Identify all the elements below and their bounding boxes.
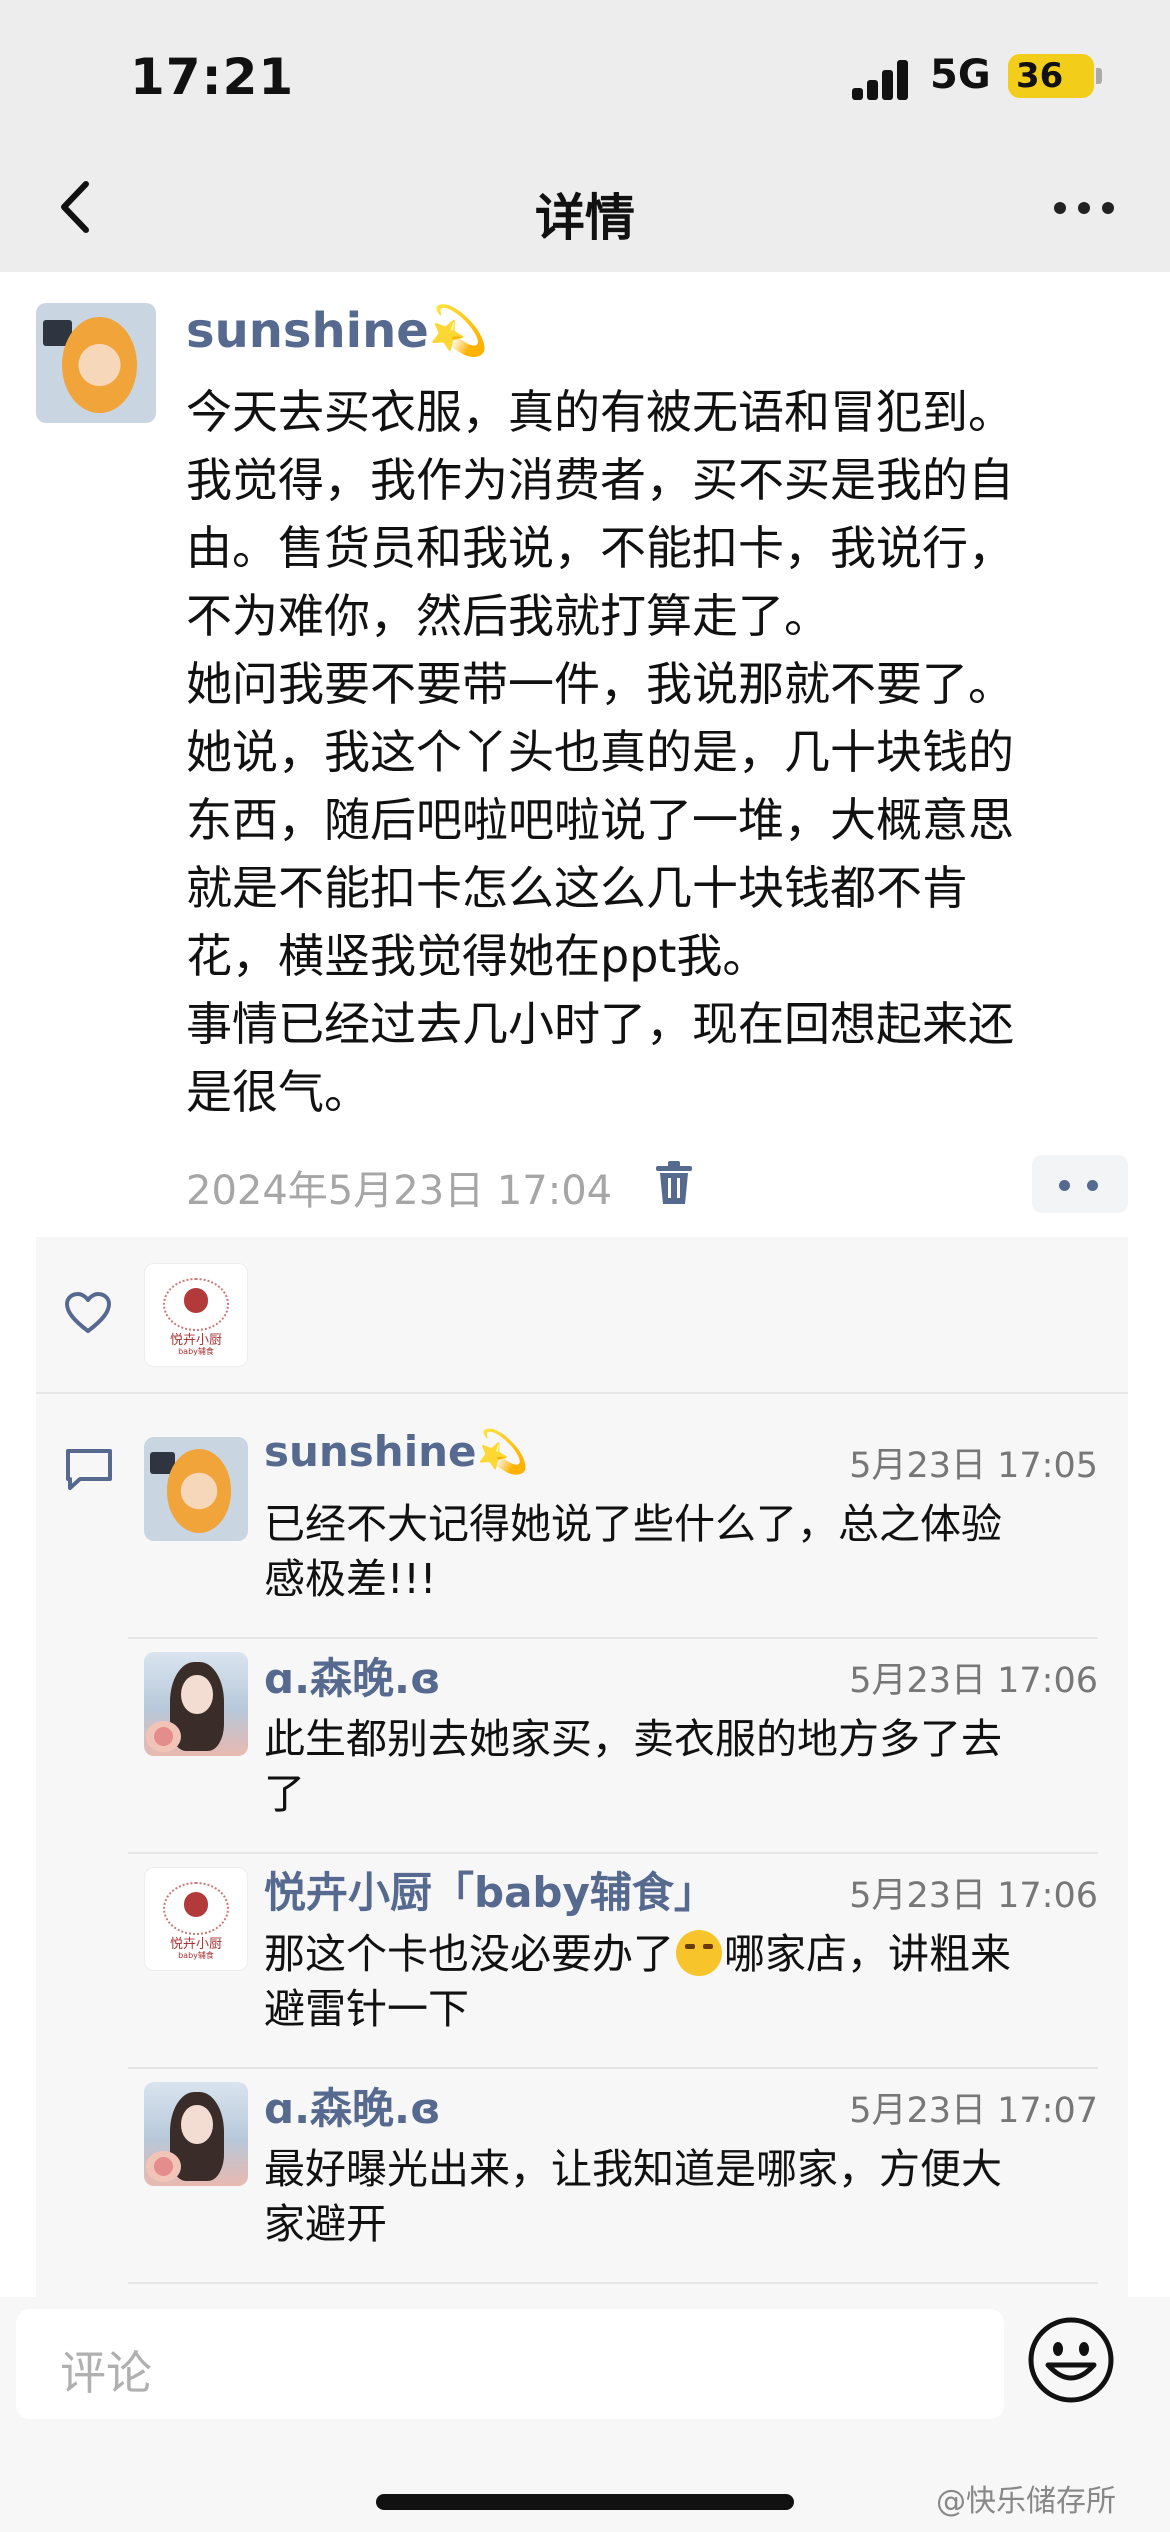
comment-avatar[interactable] [144,1437,248,1541]
comment-time: 5月23日 17:06 [849,1876,1098,1916]
liker-avatar[interactable]: 悦卉小厨 baby辅食 [144,1263,248,1367]
post-author-name[interactable]: sunshine💫 [186,302,489,359]
watermark: @快乐储存所 [936,2484,1116,2519]
post-author-avatar[interactable] [36,303,156,423]
comment-author[interactable]: 悦卉小厨「baby辅食」 [264,1859,716,1920]
page-title: 详情 [535,189,635,247]
logo-subtext: baby辅食 [178,1346,214,1356]
comment-divider [128,2282,1098,2284]
interaction-panel: 悦卉小厨 baby辅食 sunshine💫 5月23日 17:05 已经不大记得… [36,1237,1128,2297]
comment-avatar[interactable] [144,1652,248,1756]
status-time: 17:21 [130,48,295,106]
comment-input-placeholder: 评论 [60,2346,152,2400]
comment-divider [128,1637,1098,1639]
more-options-icon[interactable] [1054,202,1114,218]
post-author-name-text: sunshine [186,303,429,359]
comment-time: 5月23日 17:06 [849,1661,1098,1701]
network-type: 5G [930,52,991,98]
comment-time: 5月23日 17:07 [849,2091,1098,2131]
nav-bar: 详情 [0,150,1170,272]
sparkle-emoji: 💫 [476,1427,529,1476]
home-indicator[interactable] [376,2494,794,2510]
trash-icon[interactable] [654,1160,694,1206]
comment-avatar[interactable] [144,2082,248,2186]
likes-row: 悦卉小厨 baby辅食 [36,1237,1128,1394]
comment-bubble-icon [66,1449,112,1490]
comment-text-part: 那这个卡也没必要办了 [264,1930,674,1978]
battery-icon: 36 [1008,54,1094,98]
cellular-signal-icon [852,58,916,100]
comment-text: 此生都别去她家买，卖衣服的地方多了去 了 [264,1715,1002,1818]
post-timestamp: 2024年5月23日 17:04 [186,1168,613,1214]
comment-author-text: sunshine [264,1427,477,1476]
comment-divider [128,2067,1098,2069]
comment-text: 已经不大记得她说了些什么了，总之体验 感极差!!! [264,1500,1002,1603]
sparkle-emoji: 💫 [428,303,489,359]
tears-of-joy-emoji-icon [676,1930,722,1976]
comment-input[interactable]: 评论 [16,2309,1004,2419]
comment-author[interactable]: sunshine💫 [264,1427,529,1477]
comment-divider [128,1852,1098,1854]
logo-subtext: baby辅食 [178,1950,214,1960]
like-comment-menu-button[interactable] [1032,1155,1128,1213]
comment-author[interactable]: ɑ.森晚.ɞ [264,2075,441,2136]
post-body: 今天去买衣服，真的有被无语和冒犯到。 我觉得，我作为消费者，买不买是我的自 由。… [186,385,1014,1119]
comment-text: 那这个卡也没必要办了 哪家店，讲粗来 避雷针一下 [264,1927,1104,2037]
comment-avatar[interactable]: 悦卉小厨 baby辅食 [144,1867,248,1971]
status-bar: 17:21 5G 36 [0,0,1170,150]
comment-author[interactable]: ɑ.森晚.ɞ [264,1645,441,1706]
comment-time: 5月23日 17:05 [849,1446,1098,1486]
battery-level: 36 [1016,56,1064,96]
comment-text: 最好曝光出来，让我知道是哪家，方便大 家避开 [264,2145,1002,2248]
heart-icon [65,1292,111,1333]
battery-tip [1096,68,1102,84]
emoji-icon[interactable] [1026,2315,1116,2405]
